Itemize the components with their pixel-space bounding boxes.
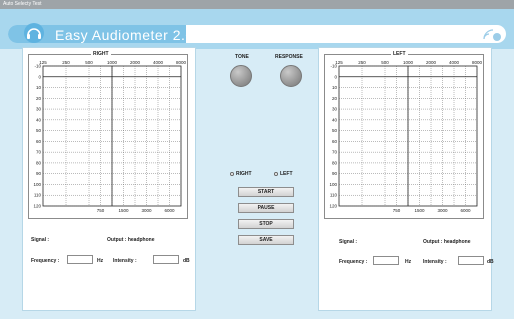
radio-dot-icon xyxy=(274,172,278,176)
left-intensity-unit: dB xyxy=(487,259,494,265)
right-signal-label: Signal : xyxy=(31,237,50,243)
right-ear-panel: RIGHT 125 250 500 1000 2000 4000 8000 750 1500 30… xyxy=(22,47,196,311)
right-x-bottom-tick-label: 3000 xyxy=(141,208,152,213)
left-y-tick-label: 70 xyxy=(332,150,338,155)
right-y-tick-label: 70 xyxy=(36,150,42,155)
left-y-tick-label: 10 xyxy=(332,85,338,90)
left-y-tick-label: 120 xyxy=(329,204,337,209)
left-ear-radio-label: LEFT xyxy=(280,171,293,177)
right-x-tick-label: 4000 xyxy=(153,60,164,65)
right-y-tick-label: 100 xyxy=(33,182,41,187)
right-x-tick-label: 500 xyxy=(85,60,93,65)
left-y-tick-label: 110 xyxy=(330,193,338,198)
left-intensity-input[interactable] xyxy=(458,256,484,265)
right-output-label: Output : headphone xyxy=(107,237,155,243)
pause-button[interactable]: PAUSE xyxy=(238,203,294,213)
right-y-tick-label: 40 xyxy=(36,117,42,122)
sound-wave-logo-icon xyxy=(483,29,501,41)
right-y-tick-label: 90 xyxy=(36,171,42,176)
left-x-tick-label: 500 xyxy=(381,60,389,65)
left-ear-radio[interactable]: LEFT xyxy=(274,171,293,177)
right-y-tick-label: 50 xyxy=(36,128,42,133)
left-y-tick-label: 60 xyxy=(332,139,338,144)
right-intensity-unit: dB xyxy=(183,258,190,264)
start-button[interactable]: START xyxy=(238,187,294,197)
window-title: Auto Selecty Test xyxy=(3,1,42,7)
tone-label: TONE xyxy=(235,54,249,60)
left-output-label: Output : headphone xyxy=(423,239,471,245)
left-x-bottom-tick-label: 1500 xyxy=(414,208,425,213)
left-x-bottom-tick-label: 3000 xyxy=(437,208,448,213)
left-y-tick-label: 100 xyxy=(329,182,337,187)
left-y-tick-label: -10 xyxy=(330,64,337,69)
right-audiogram-chart: 125 250 500 1000 2000 4000 8000750 1500 3000 6000… xyxy=(33,60,187,213)
right-y-tick-label: 0 xyxy=(38,74,41,79)
right-intensity-input[interactable] xyxy=(153,255,179,264)
left-x-tick-label: 8000 xyxy=(472,60,483,65)
right-y-tick-label: 10 xyxy=(36,85,42,90)
right-ear-radio[interactable]: RIGHT xyxy=(230,171,252,177)
right-frequency-input[interactable] xyxy=(67,255,93,264)
left-x-tick-label: 1000 xyxy=(403,60,414,65)
left-frequency-unit: Hz xyxy=(405,259,412,265)
left-y-tick-label: 90 xyxy=(332,171,338,176)
left-ear-panel: LEFT 125 250 500 1000 2000 4000 8000 750 1500 300… xyxy=(318,47,494,311)
right-x-tick-label: 2000 xyxy=(130,60,141,65)
left-frequency-label: Frequency : xyxy=(339,259,368,265)
left-intensity-label: Intensity : xyxy=(423,259,447,265)
right-frequency-unit: Hz xyxy=(97,258,104,264)
left-y-tick-label: 80 xyxy=(332,160,338,165)
right-x-tick-label: 8000 xyxy=(176,60,187,65)
right-x-bottom-tick-label: 750 xyxy=(97,208,105,213)
right-y-tick-label: 80 xyxy=(36,160,42,165)
headphone-logo-icon xyxy=(24,23,44,43)
right-intensity-label: Intensity : xyxy=(113,258,137,264)
left-x-tick-label: 250 xyxy=(358,60,366,65)
right-frequency-label: Frequency : xyxy=(31,258,60,264)
save-button[interactable]: SAVE xyxy=(238,235,294,245)
right-x-bottom-tick-label: 6000 xyxy=(164,208,175,213)
right-y-tick-label: 60 xyxy=(36,139,42,144)
response-label: RESPONSE xyxy=(275,54,303,60)
window-title-bar: Auto Selecty Test xyxy=(0,0,514,9)
right-y-tick-label: 30 xyxy=(36,107,42,112)
left-y-tick-label: 20 xyxy=(332,96,338,101)
left-y-tick-label: 40 xyxy=(332,117,338,122)
right-x-bottom-tick-label: 1500 xyxy=(118,208,129,213)
right-y-tick-label: 20 xyxy=(36,96,42,101)
left-x-bottom-tick-label: 750 xyxy=(393,208,401,213)
right-y-tick-label: 110 xyxy=(34,193,42,198)
radio-dot-icon xyxy=(230,172,234,176)
left-audiogram-chart: 125 250 500 1000 2000 4000 8000750 1500 3000 6000… xyxy=(329,60,483,213)
left-x-tick-label: 2000 xyxy=(426,60,437,65)
stop-button[interactable]: STOP xyxy=(238,219,294,229)
left-frequency-input[interactable] xyxy=(373,256,399,265)
right-x-tick-label: 1000 xyxy=(107,60,118,65)
right-ear-radio-label: RIGHT xyxy=(236,171,252,177)
left-x-tick-label: 4000 xyxy=(449,60,460,65)
right-y-tick-label: 120 xyxy=(33,204,41,209)
left-signal-label: Signal : xyxy=(339,239,358,245)
right-x-tick-label: 250 xyxy=(62,60,70,65)
response-indicator xyxy=(280,65,302,87)
left-y-tick-label: 30 xyxy=(332,107,338,112)
left-y-tick-label: 0 xyxy=(334,74,337,79)
left-y-tick-label: 50 xyxy=(332,128,338,133)
app-title: Easy Audiometer 2.0 xyxy=(55,27,194,43)
right-y-tick-label: -10 xyxy=(34,64,41,69)
tone-indicator xyxy=(230,65,252,87)
left-x-bottom-tick-label: 6000 xyxy=(460,208,471,213)
